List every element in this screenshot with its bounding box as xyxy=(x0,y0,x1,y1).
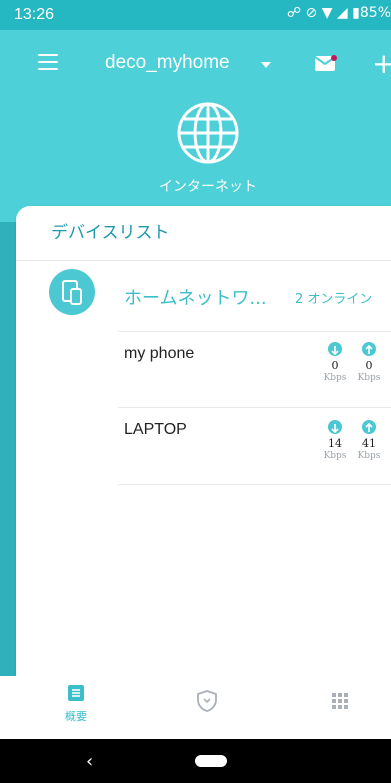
download-rate: 0 Kbps xyxy=(322,342,348,383)
left-edge-strip xyxy=(0,222,16,712)
system-nav-bar: ‹ xyxy=(0,739,391,783)
battery-icon: ▮ xyxy=(352,5,360,21)
back-icon[interactable]: ‹ xyxy=(86,751,93,772)
divider xyxy=(118,407,391,408)
data-icon: ☍ xyxy=(286,5,302,21)
add-icon[interactable]: + xyxy=(372,47,391,80)
globe-icon[interactable] xyxy=(176,101,240,165)
device-name: LAPTOP xyxy=(124,421,187,438)
battery-percent: 85% xyxy=(359,5,391,21)
mute-icon: ⊘ xyxy=(305,5,318,21)
internet-label: インターネット xyxy=(159,179,257,195)
home-pill-icon[interactable] xyxy=(195,755,227,767)
status-icons: ☍ ⊘ ▼ ◢ ▮85% xyxy=(287,5,391,21)
divider xyxy=(16,260,391,261)
upload-rate: 41 Kbps xyxy=(356,420,382,461)
devices-icon xyxy=(62,280,82,305)
status-bar: 13:26 ☍ ⊘ ▼ ◢ ▮85% xyxy=(0,0,391,30)
wifi-icon: ▼ xyxy=(321,5,333,21)
signal-icon: ◢ xyxy=(336,5,348,21)
divider xyxy=(118,484,391,485)
caret-down-icon[interactable] xyxy=(261,62,271,68)
download-rate: 14 Kbps xyxy=(322,420,348,461)
app-bar: deco_myhome + xyxy=(0,30,391,96)
network-title[interactable]: deco_myhome xyxy=(105,52,230,74)
bottom-nav: 概要 xyxy=(0,676,391,739)
mail-icon[interactable] xyxy=(315,55,337,72)
device-name: my phone xyxy=(124,345,195,362)
device-list-card: デバイスリスト ホームネットワ... 2 オンライン my phone 0 Kb… xyxy=(16,206,391,676)
tab-overview-label: 概要 xyxy=(65,710,87,723)
upload-arrow-icon xyxy=(362,342,376,356)
menu-icon[interactable] xyxy=(38,54,58,70)
shield-icon[interactable] xyxy=(197,690,217,712)
tab-overview[interactable]: 概要 xyxy=(62,684,90,724)
download-arrow-icon xyxy=(328,342,342,356)
apps-grid-icon[interactable] xyxy=(332,693,348,709)
upload-rate: 0 Kbps xyxy=(356,342,382,383)
online-count: 2 オンライン xyxy=(295,292,373,307)
divider xyxy=(118,331,391,332)
home-network-name[interactable]: ホームネットワ... xyxy=(124,284,267,310)
download-arrow-icon xyxy=(328,420,342,434)
upload-arrow-icon xyxy=(362,420,376,434)
device-group-avatar[interactable] xyxy=(49,269,95,315)
status-time: 13:26 xyxy=(14,6,55,23)
overview-icon xyxy=(68,685,84,701)
device-list-title: デバイスリスト xyxy=(51,223,170,243)
